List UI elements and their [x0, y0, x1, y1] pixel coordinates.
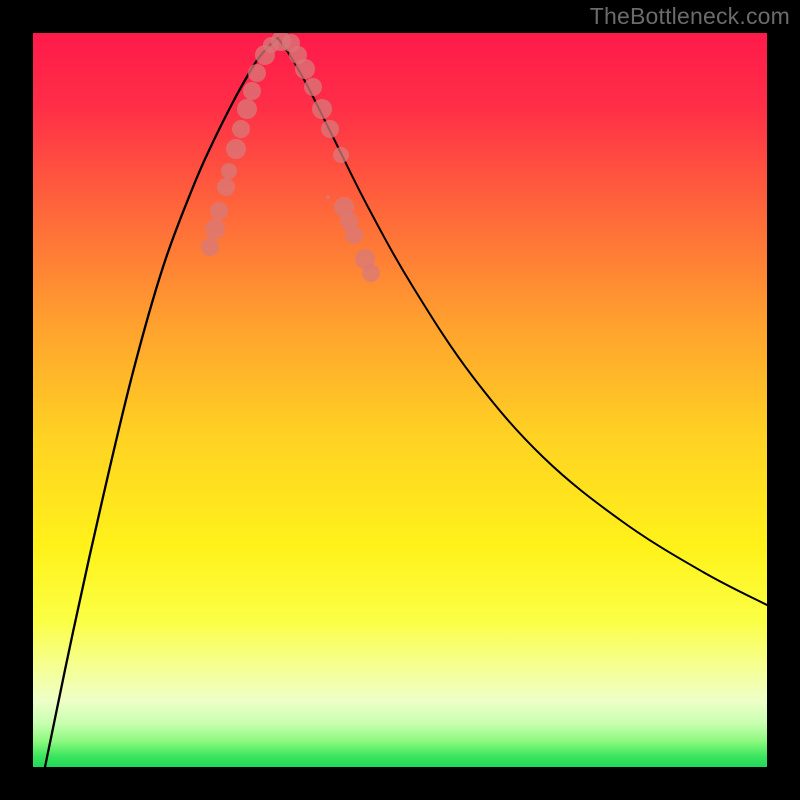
data-marker: [226, 139, 246, 159]
curve-right: [278, 38, 767, 605]
data-marker: [205, 219, 225, 239]
data-marker: [210, 202, 228, 220]
data-marker: [237, 99, 257, 119]
data-marker: [345, 226, 363, 244]
data-marker: [232, 120, 250, 138]
data-marker: [362, 264, 380, 282]
data-marker: [312, 99, 332, 119]
data-marker: [333, 147, 349, 163]
data-marker: [295, 59, 315, 79]
data-marker: [221, 163, 237, 179]
marker-group: [201, 33, 380, 282]
data-marker: [326, 195, 330, 199]
chart-area: [33, 33, 767, 767]
data-marker: [243, 82, 261, 100]
data-marker: [304, 78, 322, 96]
curve-layer: [33, 33, 767, 767]
data-marker: [217, 178, 235, 196]
data-marker: [248, 64, 266, 82]
watermark-text: TheBottleneck.com: [590, 3, 790, 30]
data-marker: [321, 120, 339, 138]
data-marker: [201, 238, 219, 256]
